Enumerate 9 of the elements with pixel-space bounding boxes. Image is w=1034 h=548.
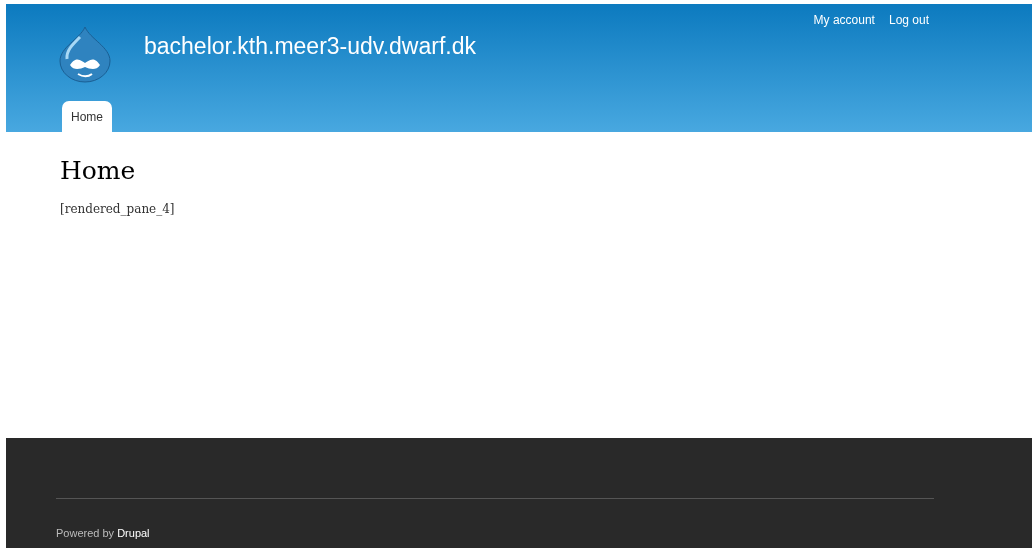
site-name-link[interactable]: bachelor.kth.meer3-udv.dwarf.dk (144, 29, 476, 64)
tab[interactable]: Home (62, 101, 112, 132)
body-text: [rendered_pane_4] (60, 201, 176, 218)
menu-link[interactable]: Log out (888, 11, 929, 29)
page-title: Home (60, 156, 137, 186)
logo-icon[interactable] (56, 24, 114, 83)
menu-link[interactable]: My account (813, 11, 875, 29)
footer-text: Powered by Drupal (56, 526, 151, 541)
footer-link[interactable]: Drupal (117, 527, 150, 539)
